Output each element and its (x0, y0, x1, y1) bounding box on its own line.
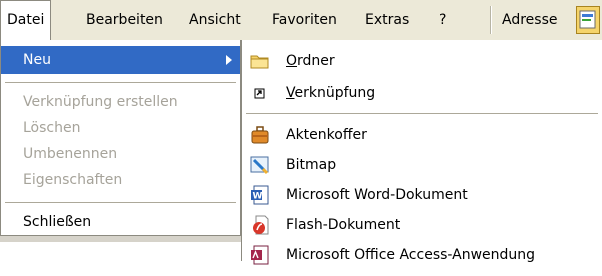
menu-favoriten[interactable]: Favoriten (266, 0, 343, 40)
svg-text:W: W (253, 192, 263, 202)
access-database-icon (250, 245, 270, 265)
word-document-icon: W (250, 185, 270, 205)
submenu-item-briefcase[interactable]: Aktenkoffer (242, 120, 602, 150)
menubar-divider (490, 6, 492, 34)
briefcase-label: Aktenkoffer (286, 127, 367, 143)
menu-item-new[interactable]: Neu (1, 46, 240, 74)
word-label: Microsoft Word-Dokument (286, 187, 468, 203)
submenu-arrow-icon (226, 55, 232, 65)
folder-label: rdner (297, 53, 335, 69)
menu-item-properties[interactable]: Eigenschaften (1, 166, 240, 194)
submenu-separator (246, 113, 598, 114)
shortcut-icon (250, 83, 270, 103)
menu-item-rename[interactable]: Umbenennen (1, 140, 240, 168)
menu-separator (5, 82, 236, 83)
bitmap-label: Bitmap (286, 157, 337, 173)
menu-bearbeiten[interactable]: Bearbeiten (80, 0, 169, 40)
menu-bar: Datei Bearbeiten Ansicht Favoriten Extra… (0, 0, 602, 41)
menu-datei[interactable]: Datei (0, 0, 52, 41)
flash-label: Flash-Dokument (286, 217, 401, 233)
shortcut-accel: V (286, 85, 295, 101)
bitmap-icon (250, 155, 270, 175)
menu-extras[interactable]: Extras (359, 0, 415, 40)
submenu-item-shortcut[interactable]: Verknüpfung (242, 78, 602, 108)
submenu-item-folder[interactable]: Ordner (242, 46, 602, 76)
address-page-icon (576, 6, 600, 34)
submenu-item-flash[interactable]: Flash-Dokument (242, 210, 602, 240)
menu-help[interactable]: ? (433, 0, 452, 40)
menu-ansicht[interactable]: Ansicht (183, 0, 247, 40)
flash-document-icon (250, 215, 270, 235)
new-submenu: Ordner Verknüpfung Aktenkoffer Bitmap W … (241, 40, 602, 265)
menu-shadow (0, 236, 241, 242)
submenu-item-word[interactable]: W Microsoft Word-Dokument (242, 180, 602, 210)
file-menu: Neu Verknüpfung erstellen Löschen Umbene… (0, 40, 241, 236)
folder-accel: O (286, 53, 298, 69)
address-label: Adresse (502, 12, 558, 28)
menu-item-close[interactable]: Schließen (1, 208, 240, 236)
submenu-item-access[interactable]: Microsoft Office Access-Anwendung (242, 240, 602, 270)
menu-item-create-shortcut[interactable]: Verknüpfung erstellen (1, 88, 240, 116)
menu-item-delete[interactable]: Löschen (1, 114, 240, 142)
shortcut-label: erknüpfung (294, 85, 376, 101)
briefcase-icon (250, 125, 270, 145)
submenu-item-bitmap[interactable]: Bitmap (242, 150, 602, 180)
menu-item-new-label: Neu (23, 52, 51, 68)
folder-icon (250, 51, 270, 71)
menu-separator (5, 202, 236, 203)
